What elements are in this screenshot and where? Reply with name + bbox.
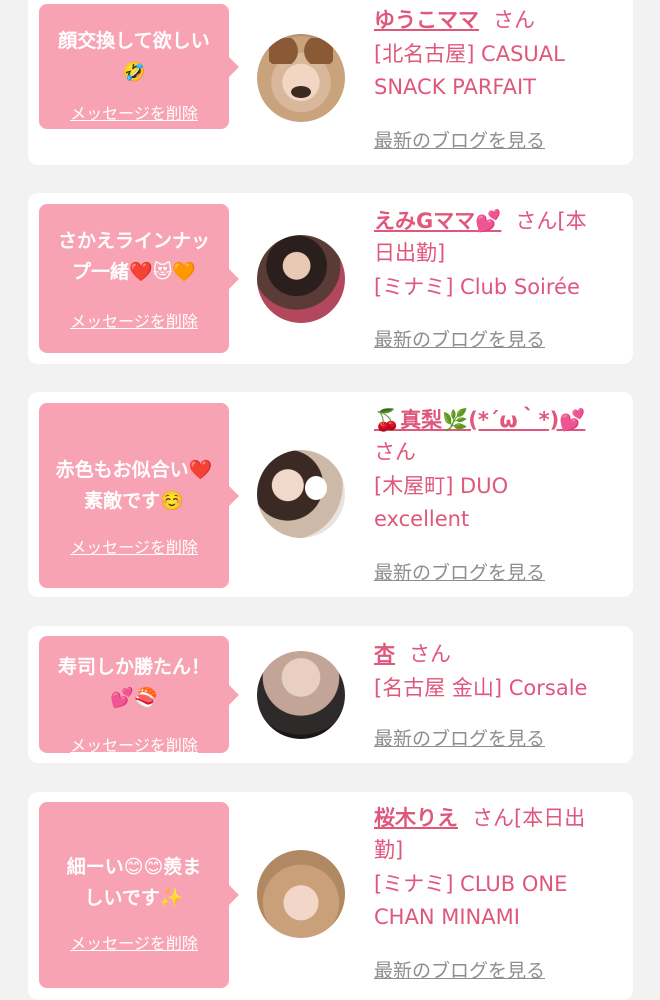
avatar[interactable] bbox=[257, 651, 345, 739]
honorific-continued: 日出勤] bbox=[374, 241, 446, 265]
message-bubble: 細ーい😊😊羨ま しいです✨ メッセージを削除 bbox=[39, 802, 239, 988]
honorific: さん[本日出 bbox=[472, 806, 586, 830]
honorific: さん bbox=[493, 8, 535, 32]
latest-blog-link[interactable]: 最新のブログを見る bbox=[374, 126, 545, 153]
honorific: さん bbox=[409, 642, 451, 666]
latest-blog-link[interactable]: 最新のブログを見る bbox=[374, 325, 545, 352]
message-text: 細ーい😊😊羨ま しいです✨ bbox=[66, 856, 202, 909]
profile-name-link[interactable]: 杏 bbox=[374, 642, 395, 666]
profile-name-link[interactable]: 桜木りえ bbox=[374, 806, 458, 830]
profile-name-link[interactable]: 🍒真梨🌿(*´ω｀*)💕 bbox=[374, 408, 585, 432]
shop-name: [名古屋 金山] Corsale bbox=[374, 676, 588, 700]
message-card: さかえラインナッ プ一緒❤️😻🧡 メッセージを削除 えみGママ💕 さん[本 日出勤… bbox=[28, 193, 633, 364]
latest-blog-link[interactable]: 最新のブログを見る bbox=[374, 558, 545, 585]
message-bubble: さかえラインナッ プ一緒❤️😻🧡 メッセージを削除 bbox=[39, 204, 239, 353]
message-list: 顔交換して欲しい 🤣 メッセージを削除 ゆうこママ さん [北名古屋] CASUA… bbox=[0, 0, 660, 1000]
shop-name: [ミナミ] CLUB ONE CHAN MINAMI bbox=[374, 872, 568, 929]
delete-message-link[interactable]: メッセージを削除 bbox=[39, 534, 229, 558]
profile-name-link[interactable]: ゆうこママ bbox=[374, 8, 479, 32]
message-bubble: 寿司しか勝たん！ 💕🍣 メッセージを削除 bbox=[39, 636, 239, 756]
profile-info: えみGママ💕 さん[本 日出勤] [ミナミ] Club Soirée bbox=[374, 205, 619, 304]
honorific: さん[本 bbox=[515, 209, 587, 233]
message-card: 寿司しか勝たん！ 💕🍣 メッセージを削除 杏さん [名古屋 金山] Corsal… bbox=[28, 626, 633, 763]
shop-name: [木屋町] DUO excellent bbox=[374, 474, 509, 531]
avatar[interactable] bbox=[257, 850, 345, 938]
latest-blog-link[interactable]: 最新のブログを見る bbox=[374, 956, 545, 983]
avatar[interactable] bbox=[257, 450, 345, 538]
cat-ears-filter bbox=[269, 38, 333, 64]
shop-name: [北名古屋] CASUAL SNACK PARFAIT bbox=[374, 42, 565, 99]
message-text: 赤色もお似合い❤️ 素敵です☺️ bbox=[55, 459, 213, 512]
message-text: さかえラインナッ プ一緒❤️😻🧡 bbox=[57, 230, 210, 283]
profile-info: 杏さん [名古屋 金山] Corsale bbox=[374, 638, 619, 705]
delete-message-link[interactable]: メッセージを削除 bbox=[39, 100, 229, 124]
honorific-continued: 勤] bbox=[374, 838, 404, 862]
shop-name: [ミナミ] Club Soirée bbox=[374, 275, 580, 299]
message-card: 赤色もお似合い❤️ 素敵です☺️ メッセージを削除 🍒真梨🌿(*´ω｀*)💕 さ… bbox=[28, 392, 633, 597]
cat-nose-filter bbox=[291, 86, 311, 98]
message-card: 細ーい😊😊羨ま しいです✨ メッセージを削除 桜木りえ さん[本日出 勤] [ミナ… bbox=[28, 792, 633, 1000]
bunny-sticker bbox=[305, 476, 327, 500]
avatar[interactable] bbox=[257, 235, 345, 323]
avatar[interactable] bbox=[257, 34, 345, 122]
message-text: 寿司しか勝たん！ 💕🍣 bbox=[57, 656, 210, 709]
message-bubble: 赤色もお似合い❤️ 素敵です☺️ メッセージを削除 bbox=[39, 403, 239, 588]
message-card: 顔交換して欲しい 🤣 メッセージを削除 ゆうこママ さん [北名古屋] CASUA… bbox=[28, 0, 633, 165]
message-text: 顔交換して欲しい 🤣 bbox=[58, 30, 210, 83]
profile-info: 🍒真梨🌿(*´ω｀*)💕 さん [木屋町] DUO excellent bbox=[374, 404, 619, 536]
message-bubble: 顔交換して欲しい 🤣 メッセージを削除 bbox=[39, 4, 239, 129]
profile-name-link[interactable]: えみGママ💕 bbox=[374, 209, 501, 233]
delete-message-link[interactable]: メッセージを削除 bbox=[39, 732, 229, 756]
delete-message-link[interactable]: メッセージを削除 bbox=[39, 930, 229, 954]
delete-message-link[interactable]: メッセージを削除 bbox=[39, 308, 229, 332]
honorific: さん bbox=[374, 440, 416, 464]
latest-blog-link[interactable]: 最新のブログを見る bbox=[374, 724, 545, 751]
profile-info: ゆうこママ さん [北名古屋] CASUAL SNACK PARFAIT bbox=[374, 4, 619, 104]
profile-info: 桜木りえ さん[本日出 勤] [ミナミ] CLUB ONE CHAN MINAMI bbox=[374, 802, 619, 934]
